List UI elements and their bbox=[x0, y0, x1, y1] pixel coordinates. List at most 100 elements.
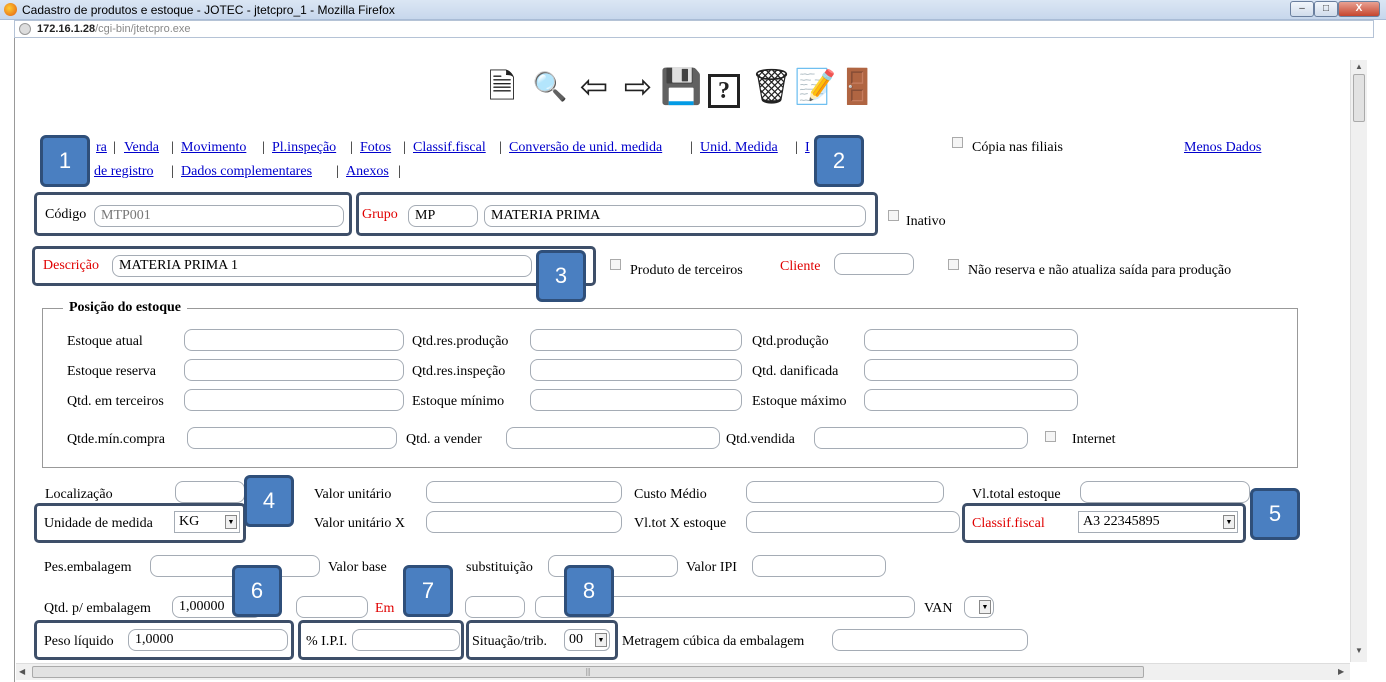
van-select[interactable]: ▼ bbox=[964, 596, 994, 618]
estoque-maximo-label: Estoque máximo bbox=[752, 394, 847, 409]
copia-filiais-checkbox[interactable] bbox=[952, 137, 963, 148]
estoque-minimo-label: Estoque mínimo bbox=[412, 394, 505, 409]
nao-reserva-checkbox[interactable] bbox=[948, 259, 959, 270]
substituicao-label: substituição bbox=[466, 560, 533, 575]
qtde-min-compra-label: Qtde.mín.compra bbox=[67, 432, 165, 447]
close-button[interactable]: X bbox=[1338, 1, 1380, 17]
firefox-icon bbox=[4, 3, 17, 16]
exit-door-icon[interactable]: 🚪 bbox=[836, 68, 878, 108]
globe-icon bbox=[19, 23, 31, 35]
valor-unitario-x-input[interactable] bbox=[426, 511, 622, 533]
vl-total-estoque-input[interactable] bbox=[1080, 481, 1250, 503]
nav-link-plinspecao[interactable]: Pl.inspeção bbox=[272, 140, 336, 156]
vertical-scroll-thumb[interactable] bbox=[1353, 74, 1365, 122]
van-label: VAN bbox=[924, 601, 953, 616]
qtd-extra-input[interactable] bbox=[296, 596, 368, 618]
qtd-vendida-input[interactable] bbox=[814, 427, 1028, 449]
vl-tot-x-estoque-input[interactable] bbox=[746, 511, 960, 533]
cliente-label: Cliente bbox=[780, 259, 821, 274]
internet-label: Internet bbox=[1072, 432, 1116, 447]
highlight-ipi bbox=[298, 620, 464, 660]
custo-medio-label: Custo Médio bbox=[634, 487, 707, 502]
scroll-left-icon[interactable]: ◀ bbox=[19, 667, 25, 676]
valor-unitario-label: Valor unitário bbox=[314, 487, 392, 502]
qtd-em-terceiros-label: Qtd. em terceiros bbox=[67, 394, 164, 409]
maximize-button[interactable]: □ bbox=[1314, 1, 1338, 17]
window-titlebar: Cadastro de produtos e estoque - JOTEC -… bbox=[0, 0, 1386, 20]
arrow-left-icon[interactable]: ⇦ bbox=[574, 68, 614, 108]
nav-separator: | bbox=[795, 140, 798, 155]
nav-separator: | bbox=[171, 140, 174, 155]
qtd-danificada-input[interactable] bbox=[864, 359, 1078, 381]
nav-link-classif-fiscal[interactable]: Classif.fiscal bbox=[413, 140, 486, 156]
valor-ipi-input[interactable] bbox=[752, 555, 886, 577]
cliente-input[interactable] bbox=[834, 253, 914, 275]
save-disk-icon[interactable]: 💾 bbox=[660, 68, 702, 108]
step-badge-7: 7 bbox=[403, 565, 453, 617]
scroll-down-icon[interactable]: ▼ bbox=[1355, 646, 1363, 655]
highlight-grupo bbox=[356, 192, 878, 236]
menos-dados-link[interactable]: Menos Dados bbox=[1184, 140, 1261, 156]
nav-link-conversao[interactable]: Conversão de unid. medida bbox=[509, 140, 662, 156]
em-input[interactable] bbox=[465, 596, 525, 618]
estoque-reserva-input[interactable] bbox=[184, 359, 404, 381]
nav-link-venda[interactable]: Venda bbox=[124, 140, 159, 156]
scroll-right-icon[interactable]: ▶ bbox=[1338, 667, 1344, 676]
url-path: /cgi-bin/jtetcpro.exe bbox=[95, 23, 191, 35]
highlight-situacao bbox=[466, 620, 618, 660]
qtd-a-vender-input[interactable] bbox=[506, 427, 720, 449]
nav-link-more[interactable]: I bbox=[805, 140, 810, 156]
new-document-icon[interactable]: 🗎 bbox=[482, 68, 522, 108]
minimize-button[interactable]: – bbox=[1290, 1, 1314, 17]
estoque-maximo-input[interactable] bbox=[864, 389, 1078, 411]
step-badge-4: 4 bbox=[244, 475, 294, 527]
vl-tot-x-estoque-label: Vl.tot X estoque bbox=[634, 516, 727, 531]
horizontal-scrollbar[interactable]: ◀ ||| ▶ bbox=[16, 663, 1350, 680]
metragem-input[interactable] bbox=[832, 629, 1028, 651]
nav-separator: | bbox=[690, 140, 693, 155]
nav-link-anexos[interactable]: Anexos bbox=[346, 164, 389, 180]
nav-link-dados-complementares[interactable]: Dados complementares bbox=[181, 164, 312, 180]
localizacao-label: Localização bbox=[45, 487, 113, 502]
window-title: Cadastro de produtos e estoque - JOTEC -… bbox=[22, 3, 395, 17]
arrow-right-icon[interactable]: ⇨ bbox=[618, 68, 658, 108]
inativo-checkbox[interactable] bbox=[888, 210, 899, 221]
nav-separator: | bbox=[336, 164, 339, 179]
binoculars-icon[interactable]: 🔍 bbox=[530, 68, 570, 108]
scroll-up-icon[interactable]: ▲ bbox=[1355, 62, 1363, 71]
valor-base-label: Valor base bbox=[328, 560, 387, 575]
localizacao-input[interactable] bbox=[175, 481, 245, 503]
nav-separator: | bbox=[398, 164, 401, 179]
nav-link-registro[interactable]: de registro bbox=[94, 164, 153, 180]
nav-separator: | bbox=[403, 140, 406, 155]
step-badge-8: 8 bbox=[564, 565, 614, 617]
qtd-res-inspecao-input[interactable] bbox=[530, 359, 742, 381]
internet-checkbox[interactable] bbox=[1045, 431, 1056, 442]
nav-link-movimento[interactable]: Movimento bbox=[181, 140, 246, 156]
nav-link-compra[interactable]: ra bbox=[96, 140, 107, 156]
address-bar[interactable]: 172.16.1.28/cgi-bin/jtetcpro.exe bbox=[14, 20, 1374, 38]
qtd-vendida-label: Qtd.vendida bbox=[726, 432, 795, 447]
horizontal-scroll-thumb[interactable]: ||| bbox=[32, 666, 1144, 678]
estoque-atual-input[interactable] bbox=[184, 329, 404, 351]
produto-terceiros-checkbox[interactable] bbox=[610, 259, 621, 270]
trash-icon[interactable]: 🗑 bbox=[750, 68, 793, 108]
nav-separator: | bbox=[262, 140, 265, 155]
em-label: Em bbox=[375, 601, 395, 616]
qtde-min-compra-input[interactable] bbox=[187, 427, 397, 449]
vertical-scrollbar[interactable]: ▲ ▼ bbox=[1350, 60, 1367, 662]
qtd-producao-input[interactable] bbox=[864, 329, 1078, 351]
nav-link-fotos[interactable]: Fotos bbox=[360, 140, 391, 156]
qtd-em-terceiros-input[interactable] bbox=[184, 389, 404, 411]
nav-separator: | bbox=[350, 140, 353, 155]
help-icon[interactable]: ? bbox=[704, 68, 744, 108]
step-badge-3: 3 bbox=[536, 250, 586, 302]
custo-medio-input[interactable] bbox=[746, 481, 944, 503]
copia-filiais-label: Cópia nas filiais bbox=[972, 140, 1063, 155]
pes-embalagem-label: Pes.embalagem bbox=[44, 560, 132, 575]
qtd-res-producao-input[interactable] bbox=[530, 329, 742, 351]
notepad-icon[interactable]: 📝 bbox=[794, 68, 836, 108]
nav-link-unid-medida[interactable]: Unid. Medida bbox=[700, 140, 778, 156]
estoque-minimo-input[interactable] bbox=[530, 389, 742, 411]
valor-unitario-input[interactable] bbox=[426, 481, 622, 503]
